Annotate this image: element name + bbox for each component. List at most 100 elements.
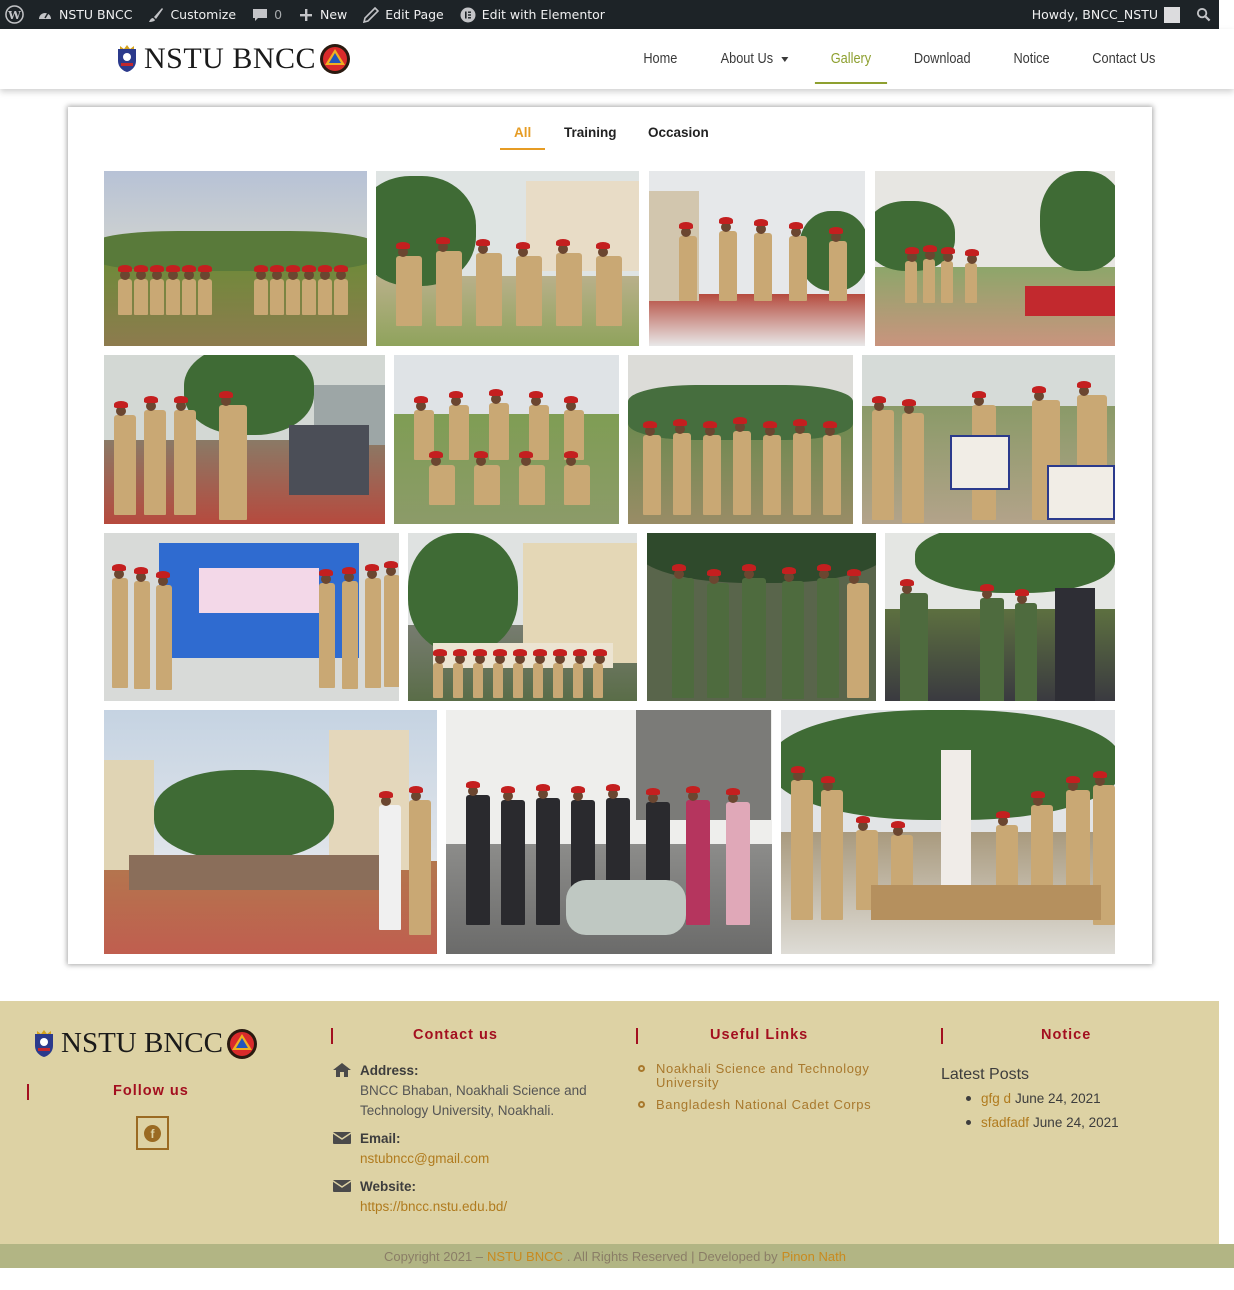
copyright-site-link[interactable]: NSTU BNCC [487,1249,563,1264]
filter-all[interactable]: All [500,125,546,150]
circle-bullet-icon [638,1101,645,1108]
nav-contact-label: Contact Us [1092,51,1156,67]
website-link[interactable]: https://bncc.nstu.edu.bd/ [360,1199,507,1214]
gallery-photo[interactable] [104,533,399,701]
edit-elementor-label: Edit with Elementor [481,7,605,22]
address-label: Address: [360,1063,419,1078]
admin-search-button[interactable] [1188,0,1219,29]
university-crest-icon [35,1029,53,1057]
customize-link[interactable]: Customize [140,0,244,29]
gallery-photo[interactable] [649,171,865,346]
nav-gallery[interactable]: Gallery [815,34,888,84]
latest-posts-heading: Latest Posts [941,1066,1030,1083]
howdy-text: Howdy, BNCC_NSTU [1031,7,1158,22]
brush-icon [149,7,164,22]
nav-contact-us[interactable]: Contact Us [1076,34,1171,84]
main-navigation: Home About Us Gallery Download Notice Co… [623,29,1178,89]
gallery-photo[interactable] [104,710,437,954]
pencil-icon [363,6,380,23]
useful-link-nstu[interactable]: Noakhali Science and Technology Universit… [637,1062,870,1090]
avatar [1164,6,1180,23]
gallery-photo[interactable] [446,710,772,954]
post-date: June 24, 2021 [1015,1091,1101,1106]
useful-link-bncc[interactable]: Bangladesh National Cadet Corps [637,1098,871,1112]
useful-link-text: University [656,1075,720,1090]
copyright-middle: . All Rights Reserved | Developed by [566,1248,778,1264]
address-line-1: BNCC Bhaban, Noakhali Science and [360,1083,587,1098]
home-icon [333,1063,351,1077]
gallery-photo[interactable] [781,710,1115,954]
site-name: NSTU BNCC [59,7,133,22]
copyright-bar: Copyright 2021 – NSTU BNCC . All Rights … [0,1244,1234,1268]
gallery-photo[interactable] [104,355,385,524]
gallery-photo[interactable] [647,533,876,701]
post-link[interactable]: sfadfadf [981,1115,1029,1130]
edit-elementor-link[interactable]: Edit with Elementor [452,0,613,29]
gallery-photo[interactable] [628,355,853,524]
nav-gallery-label: Gallery [831,51,872,67]
nav-notice-label: Notice [1013,51,1050,67]
my-account-menu[interactable]: Howdy, BNCC_NSTU [1024,0,1188,29]
facebook-icon: f [144,1124,161,1142]
list-item: sfadfadf June 24, 2021 [966,1115,1119,1130]
gallery-photo[interactable] [885,533,1115,701]
email-label: Email: [360,1131,401,1146]
contact-us-heading: Contact us [413,1027,498,1043]
nav-home[interactable]: Home [627,34,693,84]
nav-about-us[interactable]: About Us [704,34,803,84]
gallery-photo[interactable] [104,171,367,346]
chevron-down-icon [780,56,788,62]
envelope-icon [333,1180,351,1192]
edit-page-link[interactable]: Edit Page [355,0,451,29]
wordpress-menu[interactable]: W [0,0,29,29]
svg-text:W: W [7,8,21,22]
elementor-icon [460,7,476,22]
bncc-emblem-icon [226,1028,257,1059]
site-logo[interactable]: NSTU BNCC [116,42,351,76]
new-content-menu[interactable]: New [290,0,355,29]
bullet-icon [966,1096,971,1101]
gallery-photo[interactable] [875,171,1115,346]
university-crest-icon [118,45,136,72]
bncc-emblem-icon [320,44,351,74]
customize-label: Customize [170,7,237,22]
facebook-button[interactable]: f [136,1116,169,1150]
search-icon [1196,7,1211,22]
bullet-icon [966,1120,971,1125]
post-link[interactable]: gfg d [981,1091,1011,1106]
gallery-photo[interactable] [862,355,1115,524]
footer-logo[interactable]: NSTU BNCC [33,1027,258,1060]
nav-download[interactable]: Download [898,34,986,84]
list-item: gfg d June 24, 2021 [966,1091,1101,1106]
useful-links-heading: Useful Links [710,1027,809,1043]
follow-us-heading: Follow us [113,1083,189,1099]
plus-icon [300,8,313,21]
gallery-filter-bar: All Training Occasion [68,107,1152,157]
comment-icon [253,8,268,21]
email-link[interactable]: nstubncc@gmail.com [360,1151,489,1166]
website-label: Website: [360,1179,417,1194]
gallery-photo[interactable] [394,355,619,524]
notice-heading: Notice [1041,1027,1092,1043]
post-date: June 24, 2021 [1033,1115,1119,1130]
edit-page-label: Edit Page [385,7,444,22]
logo-text: NSTU BNCC [144,42,317,75]
comments-count: 0 [274,7,283,22]
heading-accent-bar [27,1084,29,1100]
developer-link[interactable]: Pinon Nath [782,1249,846,1264]
comments-link[interactable]: 0 [244,0,290,29]
filter-training[interactable]: Training [564,125,617,148]
nav-about-label: About Us [720,51,773,67]
copyright-prefix: Copyright 2021 – [384,1248,484,1264]
nav-notice[interactable]: Notice [997,34,1065,84]
gallery-photo[interactable] [408,533,637,701]
site-header: NSTU BNCC Home About Us Gallery Download… [0,29,1234,89]
filter-occasion[interactable]: Occasion [648,125,709,148]
site-name-menu[interactable]: NSTU BNCC [29,0,140,29]
envelope-icon [333,1132,351,1144]
useful-link-text: Bangladesh National Cadet Corps [656,1097,872,1112]
gallery-photo[interactable] [376,171,639,346]
dashboard-icon [39,12,51,19]
footer-logo-text: NSTU BNCC [61,1027,223,1059]
heading-accent-bar [941,1028,943,1044]
